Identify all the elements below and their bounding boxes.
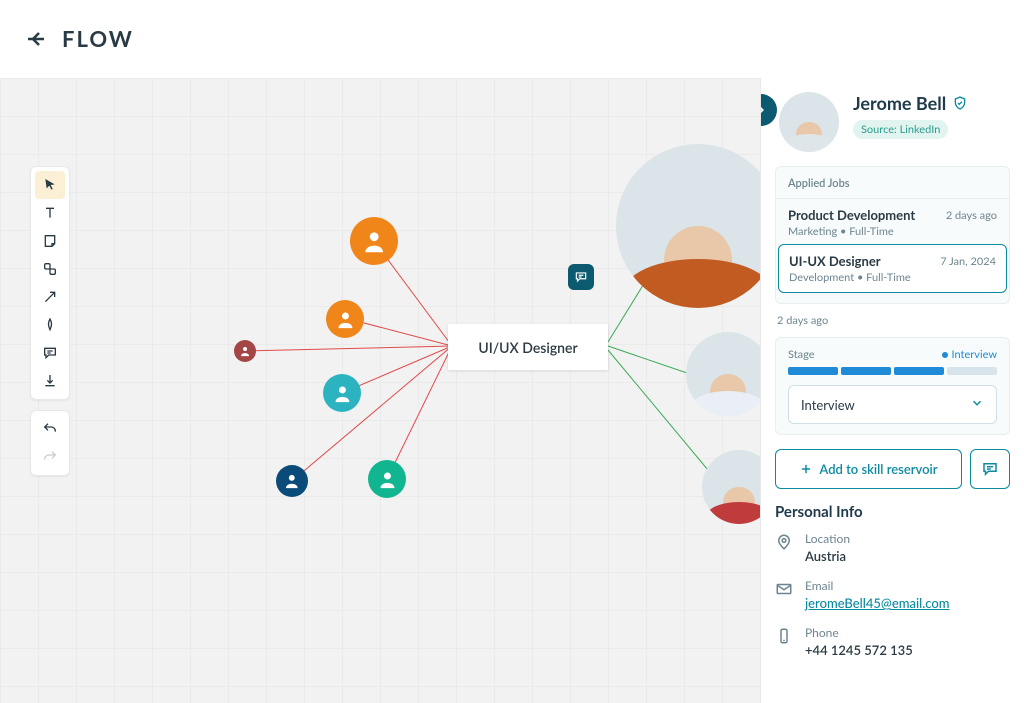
tool-pen[interactable]	[35, 311, 65, 339]
tool-pointer[interactable]	[35, 171, 65, 199]
job-date: 7 Jan, 2024	[940, 255, 996, 268]
info-location: Location Austria	[775, 531, 1010, 564]
candidate-photo[interactable]	[686, 332, 770, 416]
phone-icon	[775, 627, 793, 645]
stage-card: Stage Interview Interview	[775, 337, 1010, 435]
verified-shield-icon	[952, 95, 968, 111]
job-subline: Development • Full-Time	[789, 271, 996, 284]
message-button[interactable]	[970, 449, 1010, 489]
toolbox-group-history	[30, 410, 70, 476]
tool-text[interactable]	[35, 199, 65, 227]
location-label: Location	[805, 531, 850, 546]
chevron-down-icon	[970, 396, 984, 413]
email-value[interactable]: jeromeBell45@email.com	[805, 595, 950, 611]
stage-dropdown-value: Interview	[801, 397, 855, 413]
profile-name: Jerome Bell	[853, 92, 946, 114]
profile-header: Jerome Bell Source: LinkedIn	[779, 92, 1010, 152]
center-node[interactable]: UI/UX Designer	[448, 324, 608, 370]
candidate-avatar[interactable]	[323, 374, 361, 412]
tool-arrow[interactable]	[35, 283, 65, 311]
applied-jobs-card: Applied Jobs Product Development 2 days …	[775, 166, 1010, 304]
profile-actions: Add to skill reservoir	[775, 449, 1010, 489]
candidate-avatar[interactable]	[234, 340, 256, 362]
stage-value: Interview	[942, 348, 998, 361]
source-chip: Source: LinkedIn	[853, 120, 948, 139]
location-value: Austria	[805, 548, 850, 564]
app-header: FLOW	[0, 0, 1024, 78]
applied-job-item-selected[interactable]: UI-UX Designer 7 Jan, 2024 Development •…	[778, 244, 1007, 293]
center-node-label: UI/UX Designer	[478, 339, 577, 356]
job-subline: Marketing • Full-Time	[788, 225, 997, 238]
tool-shape[interactable]	[35, 255, 65, 283]
chat-icon-button[interactable]	[568, 264, 594, 290]
tool-redo	[35, 443, 65, 471]
tool-export[interactable]	[35, 367, 65, 395]
job-date: 2 days ago	[946, 209, 997, 222]
tool-sticky-note[interactable]	[35, 227, 65, 255]
stage-label: Stage	[788, 348, 815, 361]
side-panel: Jerome Bell Source: LinkedIn Applied Job…	[760, 78, 1024, 703]
tool-undo[interactable]	[35, 415, 65, 443]
toolbox	[30, 166, 70, 476]
profile-avatar	[779, 92, 839, 152]
personal-info-title: Personal Info	[775, 503, 1010, 521]
add-skill-label: Add to skill reservoir	[819, 461, 937, 477]
candidate-photo[interactable]	[616, 144, 780, 308]
stage-progress	[788, 367, 997, 375]
candidate-avatar[interactable]	[276, 465, 308, 497]
applied-jobs-title: Applied Jobs	[788, 177, 997, 190]
job-title: UI-UX Designer	[789, 253, 881, 269]
candidate-avatar[interactable]	[326, 300, 364, 338]
location-pin-icon	[775, 533, 793, 551]
toolbox-group-main	[30, 166, 70, 400]
email-label: Email	[805, 578, 950, 593]
phone-label: Phone	[805, 625, 913, 640]
candidate-avatar[interactable]	[368, 460, 406, 498]
main-region: UI/UX Designer	[0, 78, 1024, 703]
add-skill-reservoir-button[interactable]: Add to skill reservoir	[775, 449, 962, 489]
page-title: FLOW	[62, 25, 134, 52]
tool-comment[interactable]	[35, 339, 65, 367]
candidate-avatar[interactable]	[350, 217, 398, 265]
time-ago-text: 2 days ago	[777, 314, 1010, 327]
back-button[interactable]	[24, 27, 48, 51]
stage-dropdown[interactable]: Interview	[788, 385, 997, 424]
info-phone: Phone +44 1245 572 135	[775, 625, 1010, 658]
phone-value: +44 1245 572 135	[805, 642, 913, 658]
applied-job-item[interactable]: Product Development 2 days ago Marketing…	[788, 207, 997, 238]
mail-icon	[775, 580, 793, 598]
info-email: Email jeromeBell45@email.com	[775, 578, 1010, 611]
job-title: Product Development	[788, 207, 915, 223]
panel-collapse-button[interactable]	[760, 94, 777, 126]
flow-canvas[interactable]: UI/UX Designer	[0, 78, 760, 703]
